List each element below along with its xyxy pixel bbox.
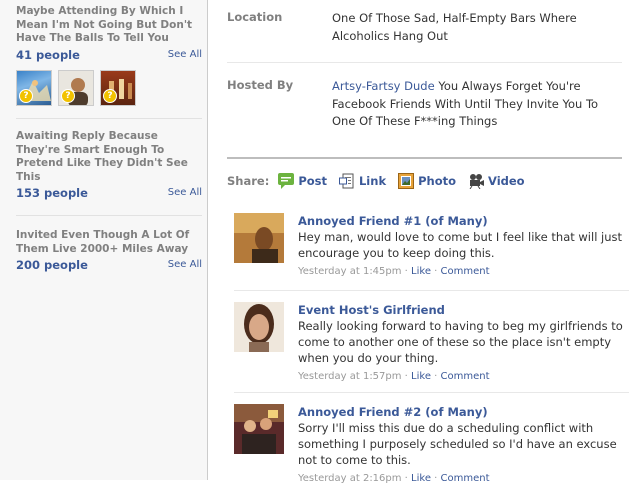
wall-divider [227,157,622,159]
guest-thumbnail[interactable]: ? [58,69,94,106]
like-link[interactable]: Like [411,371,431,382]
post-meta: Yesterday at 1:45pm · Like · Comment [298,266,490,277]
awaiting-reply-heading: Awaiting Reply Because They're Smart Eno… [16,130,188,183]
avatar[interactable] [234,213,284,263]
sidebar-divider [16,215,202,216]
share-link-button[interactable]: Link [338,173,387,189]
invited-group: Invited Even Though A Lot Of Them Live 2… [16,229,202,274]
post-speech-bubble-icon [278,173,295,189]
post-text: Really looking forward to having to beg … [298,319,623,365]
video-camera-icon [468,173,485,190]
share-photo-label: Photo [418,174,457,188]
awaiting-reply-group: Awaiting Reply Because They're Smart Eno… [16,130,202,202]
host-name-link[interactable]: Artsy-Fartsy Dude [332,79,435,93]
guest-thumbnail[interactable]: ? [16,69,52,106]
invited-heading: Invited Even Though A Lot Of Them Live 2… [16,229,190,255]
post-author-link[interactable]: Annoyed Friend #1 (of Many) [298,213,628,229]
avatar[interactable] [234,404,284,454]
guest-list-sidebar: Maybe Attending By Which I Mean I'm Not … [0,0,208,480]
share-bar: Share: Post Link Photo Video [227,172,537,190]
maybe-attending-footer: 41 people See All [16,48,202,64]
avatar[interactable] [234,302,284,352]
invited-see-all-link[interactable]: See All [168,259,202,270]
comment-link[interactable]: Comment [441,473,490,484]
location-value: One Of Those Sad, Half-Empty Bars Where … [332,11,577,43]
post-timestamp: Yesterday at 1:45pm [298,266,402,277]
maybe-attending-group: Maybe Attending By Which I Mean I'm Not … [16,5,202,106]
post-divider [234,290,629,291]
maybe-badge-icon: ? [19,88,33,103]
location-label: Location [227,10,283,24]
guest-thumbnail[interactable]: ? [100,69,136,106]
sidebar-divider [16,118,202,119]
post-author-link[interactable]: Annoyed Friend #2 (of Many) [298,404,628,420]
post-body: Annoyed Friend #2 (of Many) Sorry I'll m… [298,404,628,484]
share-photo-button[interactable]: Photo [398,173,456,189]
share-link-label: Link [358,174,387,188]
share-video-button[interactable]: Video [468,173,525,190]
invited-count[interactable]: 200 people [16,258,88,272]
maybe-attending-thumbnails: ? ? ? [16,69,202,106]
post-text: Sorry I'll miss this due do a scheduling… [298,421,617,467]
link-page-icon [338,173,355,189]
like-link[interactable]: Like [411,266,431,277]
event-main-column: Location One Of Those Sad, Half-Empty Ba… [209,0,640,484]
hosted-by-value: Artsy-Fartsy Dude You Always Forget You'… [332,78,622,131]
maybe-badge-icon: ? [61,88,75,103]
post-meta: Yesterday at 1:57pm · Like · Comment [298,371,490,382]
comment-link[interactable]: Comment [441,266,490,277]
share-label: Share: [227,174,270,188]
share-video-label: Video [488,174,525,188]
like-link[interactable]: Like [411,473,431,484]
invited-footer: 200 people See All [16,258,202,274]
maybe-attending-heading: Maybe Attending By Which I Mean I'm Not … [16,5,193,44]
post-timestamp: Yesterday at 1:57pm [298,371,402,382]
share-post-label: Post [298,174,327,188]
maybe-see-all-link[interactable]: See All [168,49,202,60]
post-body: Annoyed Friend #1 (of Many) Hey man, wou… [298,213,628,277]
maybe-badge-icon: ? [103,88,117,103]
post-author-link[interactable]: Event Host's Girlfriend [298,302,628,318]
photo-icon [398,173,415,189]
post-body: Event Host's Girlfriend Really looking f… [298,302,628,382]
awaiting-reply-footer: 153 people See All [16,186,202,202]
comment-link[interactable]: Comment [441,371,490,382]
hosted-by-label: Hosted By [227,78,294,92]
awaiting-see-all-link[interactable]: See All [168,187,202,198]
post-text: Hey man, would love to come but I feel l… [298,230,623,260]
share-post-button[interactable]: Post [278,173,327,189]
awaiting-reply-count[interactable]: 153 people [16,186,88,200]
maybe-attending-count[interactable]: 41 people [16,48,80,62]
post-meta: Yesterday at 2:16pm · Like · Comment [298,473,490,484]
info-divider [227,62,622,63]
post-timestamp: Yesterday at 2:16pm [298,473,402,484]
post-divider [234,392,629,393]
